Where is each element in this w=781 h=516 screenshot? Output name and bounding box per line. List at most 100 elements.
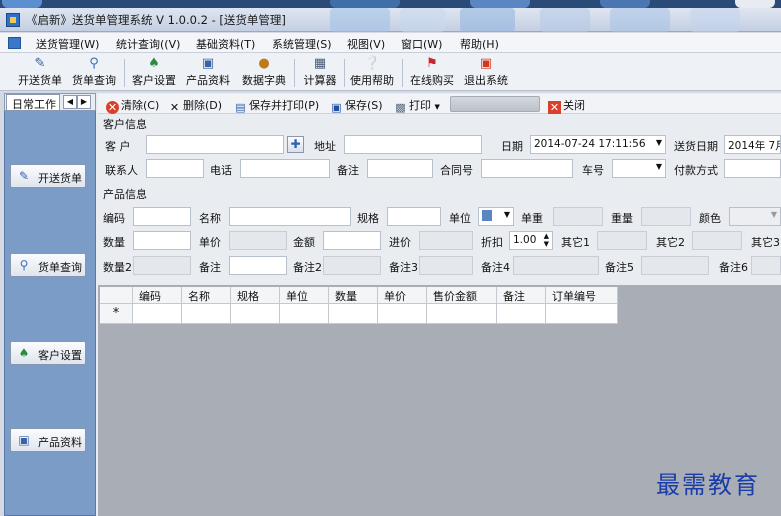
remark6-label: 备注6 [719,261,748,274]
grid-cell[interactable] [497,304,546,324]
quantity-label: 数量 [103,236,125,249]
quantity-input[interactable] [133,231,191,250]
contract-label: 合同号 [440,164,473,177]
remark6-field [751,256,781,275]
name-input[interactable] [229,207,351,226]
tab-scroll-left-icon[interactable]: ◀ [63,95,77,109]
contact-input[interactable] [146,159,204,178]
menu-window[interactable]: 窗口(W) [401,36,442,52]
print-button[interactable]: ▩ 打印 ▼ [394,97,440,114]
remark-product-input[interactable] [229,256,287,275]
delete-button[interactable]: ✕ 删除(D) [168,97,222,114]
grid-header-remark[interactable]: 备注 [497,287,546,304]
grid-header-sale-amount[interactable]: 售价金额 [427,287,497,304]
remark-input[interactable] [367,159,433,178]
weight-field [641,207,691,226]
price-label: 单价 [199,236,221,249]
toolbar-calculator-button[interactable]: ▦ 计算器 [300,55,340,89]
menu-view[interactable]: 视图(V) [347,36,385,52]
tab-daily-work[interactable]: 日常工作 [6,94,60,111]
grid-corner-header [100,287,133,304]
toolbar-exit-button[interactable]: ▣ 退出系统 [462,55,510,89]
remark5-label: 备注5 [605,261,634,274]
grid-cell[interactable] [378,304,427,324]
contract-input[interactable] [481,159,573,178]
stepper-arrows-icon[interactable]: ▲ ▼ [544,232,549,248]
grid-cell[interactable] [546,304,618,324]
nav-customer-button[interactable]: ♠ 客户设置 [10,341,86,365]
address-input[interactable] [344,135,482,154]
grid-cell[interactable] [231,304,280,324]
remark2-label: 备注2 [293,261,322,274]
tab-scroll-right-icon[interactable]: ▶ [77,95,91,109]
grid-cell[interactable] [329,304,378,324]
customer-input[interactable] [146,135,284,154]
app-icon [6,13,20,27]
grid-header-price[interactable]: 单价 [378,287,427,304]
grid-header-name[interactable]: 名称 [182,287,231,304]
toolbar-product-button[interactable]: ▣ 产品资料 [184,55,232,89]
print-template-selector[interactable] [450,96,540,112]
payment-label: 付款方式 [674,164,718,177]
unit-select[interactable]: ▼ [478,207,514,226]
menu-system[interactable]: 系统管理(S) [272,36,332,52]
grid-cell[interactable] [182,304,231,324]
cost-price-label: 进价 [389,236,411,249]
discount-stepper[interactable]: 1.00 ▲ ▼ [509,231,553,250]
remark4-field [513,256,599,275]
nav-query-button[interactable]: ⚲ 货单查询 [10,253,86,277]
save-and-print-button[interactable]: ▤ 保存并打印(P) [234,97,319,114]
nav-new-delivery-button[interactable]: ✎ 开送货单 [10,164,86,188]
contact-label: 联系人 [105,164,138,177]
grid-header-code[interactable]: 编码 [133,287,182,304]
close-button[interactable]: ✕ 关闭 [548,97,585,114]
amount-input[interactable] [323,231,381,250]
grid-cell[interactable] [133,304,182,324]
toolbar-query-button[interactable]: ⚲ 货单查询 [70,55,118,89]
toolbar-new-delivery-button[interactable]: ✎ 开送货单 [16,55,64,89]
grid-cell[interactable] [427,304,497,324]
toolbar-buy-online-button[interactable]: ⚑ 在线购买 [408,55,456,89]
toolbar-separator [124,59,125,87]
remark3-field [419,256,473,275]
delivery-date-picker[interactable]: 2014年 7月 [724,135,781,154]
grid-header-quantity[interactable]: 数量 [329,287,378,304]
toolbar-help-button[interactable]: ❔ 使用帮助 [348,55,396,89]
mdi-window-icon[interactable] [8,37,21,49]
nav-product-button[interactable]: ▣ 产品资料 [10,428,86,452]
menu-statistics[interactable]: 统计查询((V) [116,36,180,52]
customer-icon: ♠ [148,56,160,71]
other1-label: 其它1 [561,236,590,249]
phone-input[interactable] [240,159,330,178]
watermark-text: 最需教育 [656,471,760,499]
clear-button[interactable]: ✕ 清除(C) [106,97,159,114]
toolbar-customer-button[interactable]: ♠ 客户设置 [130,55,178,89]
menu-help[interactable]: 帮助(H) [460,36,499,52]
add-customer-icon[interactable]: ✚ [287,136,304,153]
grid-header-unit[interactable]: 单位 [280,287,329,304]
grid-header-spec[interactable]: 规格 [231,287,280,304]
chevron-down-icon: ▼ [434,103,440,111]
calculator-icon: ▦ [313,56,327,71]
menu-delivery[interactable]: 送货管理(W) [36,36,99,52]
car-select[interactable]: ▼ [612,159,666,178]
save-button[interactable]: ▣ 保存(S) [330,97,382,114]
grid-header-order-no[interactable]: 订单编号 [546,287,618,304]
exit-icon: ▣ [479,56,493,71]
grid-cell[interactable] [280,304,329,324]
date-label: 日期 [501,140,523,153]
other1-field [597,231,647,250]
weight-label: 重量 [611,212,633,225]
phone-label: 电话 [210,164,232,177]
other3-label: 其它3 [751,236,780,249]
payment-input[interactable] [724,159,781,178]
color-select[interactable]: ▼ [729,207,781,226]
code-input[interactable] [133,207,191,226]
toolbar-dictionary-button[interactable]: ● 数据字典 [240,55,288,89]
unit-label: 单位 [449,212,471,225]
pencil-icon: ✎ [18,169,30,183]
delete-icon: ✕ [169,101,180,114]
date-picker[interactable]: 2014-07-24 17:11:56 ▼ [530,135,666,154]
menu-basic-data[interactable]: 基础资料(T) [196,36,255,52]
spec-input[interactable] [387,207,441,226]
